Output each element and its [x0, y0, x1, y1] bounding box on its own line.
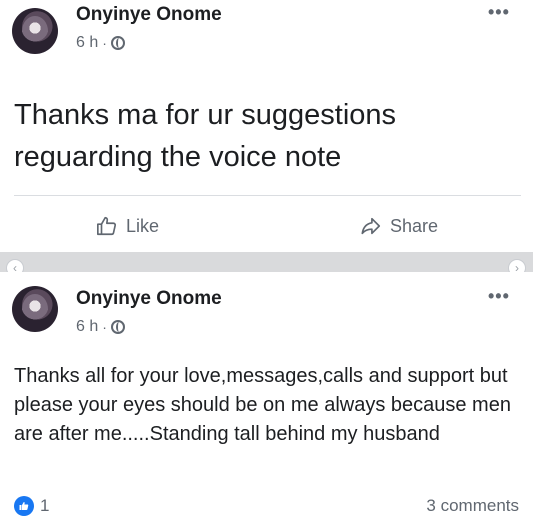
- feed-separator: [0, 252, 533, 272]
- divider: [14, 195, 521, 196]
- comments-count-link[interactable]: 3 comments: [426, 496, 519, 516]
- post-text: Thanks all for your love,messages,calls …: [14, 365, 511, 445]
- avatar[interactable]: [12, 286, 58, 332]
- post-meta: 6 h ·: [76, 34, 125, 52]
- reaction-count: 1: [40, 496, 50, 515]
- like-button[interactable]: Like: [96, 212, 159, 240]
- share-button[interactable]: Share: [360, 212, 438, 240]
- share-icon: [361, 217, 381, 235]
- like-label: Like: [126, 215, 160, 236]
- post-meta: 6 h ·: [76, 318, 125, 336]
- post-time[interactable]: 6 h: [76, 318, 98, 336]
- more-options-button[interactable]: •••: [488, 2, 510, 23]
- reaction-summary[interactable]: 1: [14, 496, 49, 516]
- post-card-1: Onyinye Onome 6 h · ••• Thanks ma for ur…: [0, 0, 533, 252]
- like-reaction-icon: [14, 496, 34, 516]
- thumbs-up-icon: [97, 216, 117, 236]
- author-name[interactable]: Onyinye Onome: [76, 288, 222, 310]
- avatar[interactable]: [12, 8, 58, 54]
- author-name[interactable]: Onyinye Onome: [76, 4, 222, 26]
- globe-icon: [110, 320, 125, 334]
- share-label: Share: [390, 215, 439, 236]
- post-text: Thanks ma for ur suggestions reguarding …: [14, 99, 397, 173]
- meta-separator: ·: [102, 319, 107, 335]
- meta-separator: ·: [102, 35, 107, 51]
- globe-icon: [110, 36, 125, 50]
- post-time[interactable]: 6 h: [76, 34, 98, 52]
- more-options-button[interactable]: •••: [488, 286, 510, 307]
